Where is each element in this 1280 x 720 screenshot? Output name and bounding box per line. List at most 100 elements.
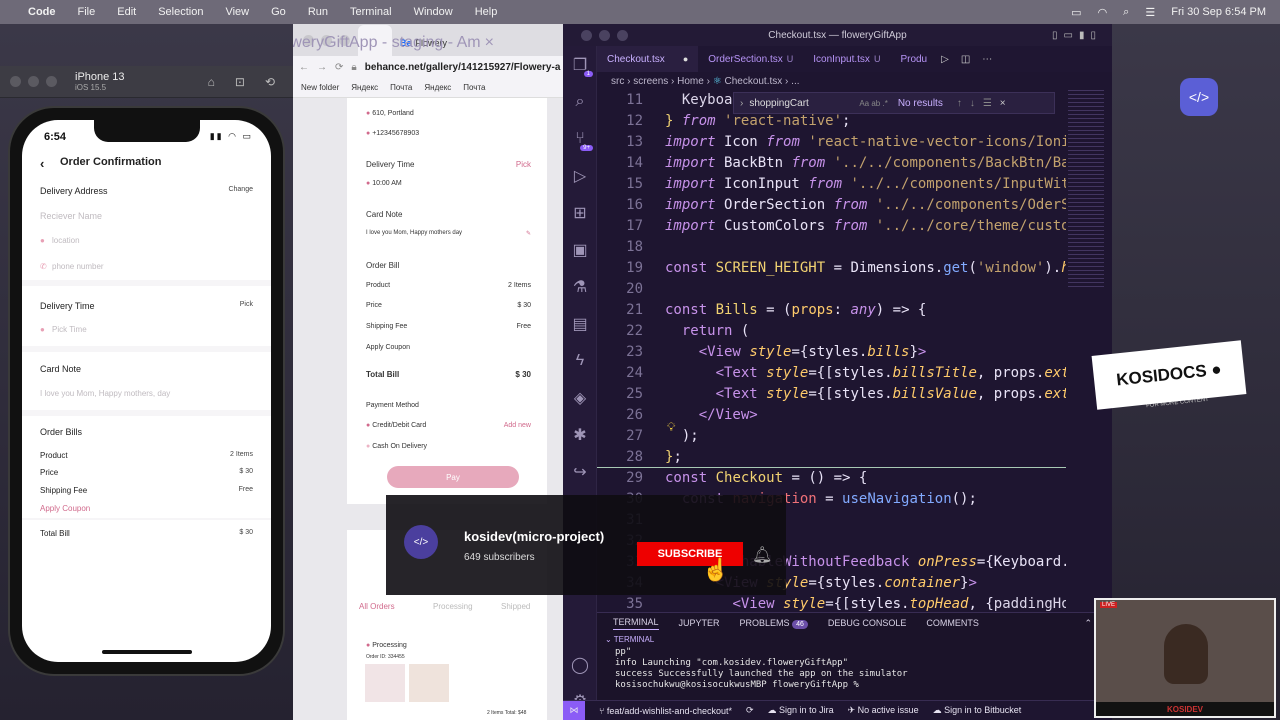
close-icon[interactable]: × [1000, 98, 1006, 109]
expand-icon[interactable]: › [740, 98, 743, 109]
window-controls[interactable] [10, 76, 57, 87]
close-icon[interactable]: × [485, 34, 494, 52]
tab-terminal[interactable]: TERMINAL [613, 617, 659, 630]
tab-debug-console[interactable]: DEBUG CONSOLE [828, 618, 907, 628]
edit-icon[interactable]: ✎ [526, 230, 531, 237]
url-text[interactable]: behance.net/gallery/141215927/Flowery-a [365, 62, 561, 73]
run-debug-icon[interactable]: ▷ [563, 157, 597, 194]
pick-time-input[interactable]: Pick Time [52, 325, 87, 334]
menu-icon[interactable]: ☰ [983, 98, 992, 109]
chevron-down-icon[interactable]: ⌄ [605, 635, 612, 644]
testing-icon[interactable]: ⚗ [563, 268, 597, 305]
menu-window[interactable]: Window [414, 6, 453, 18]
crumb-home[interactable]: Home [677, 76, 704, 87]
notebook-icon[interactable]: ▤ [563, 305, 597, 342]
bell-icon[interactable]: 🔔︎ [752, 545, 772, 565]
sync-icon[interactable]: ⟳ [746, 705, 754, 716]
tab-produ[interactable]: Produ [890, 46, 937, 72]
docker-icon[interactable]: ◈ [563, 379, 597, 416]
find-input[interactable]: shoppingCart [749, 98, 859, 109]
bookmark-mail[interactable]: Почта [390, 83, 412, 92]
more-icon[interactable]: ⋯ [982, 54, 992, 65]
phone-input[interactable]: phone number [52, 262, 104, 271]
branch-indicator[interactable]: ⑂ feat/add-wishlist-and-checkout* [599, 706, 732, 716]
split-editor-icon[interactable]: ◫ [961, 54, 970, 65]
menu-help[interactable]: Help [475, 6, 498, 18]
credit-card-option[interactable]: Credit/Debit Card [372, 422, 426, 429]
account-icon[interactable]: ◯ [563, 646, 597, 683]
apply-coupon-link[interactable]: Apply Coupon [40, 504, 90, 513]
reload-icon[interactable]: ⟳ [335, 62, 343, 73]
change-link[interactable]: Change [228, 186, 253, 193]
menu-file[interactable]: File [78, 6, 96, 18]
back-icon[interactable]: ← [299, 62, 309, 73]
explorer-icon[interactable]: ❐ 1 [563, 46, 597, 83]
cod-option[interactable]: Cash On Delivery [372, 443, 427, 450]
back-icon[interactable]: ‹ [40, 156, 44, 171]
source-control-icon[interactable]: ⑂ 9+ [563, 120, 597, 157]
bookmark-yandex[interactable]: Яндекс [351, 83, 378, 92]
screenshot-icon[interactable]: ⊡ [235, 75, 245, 89]
control-center-icon[interactable]: ☰ [1145, 6, 1155, 19]
tab-all-orders[interactable]: All Orders [359, 602, 395, 611]
run-icon[interactable]: ▷ [941, 54, 949, 65]
chevron-up-icon[interactable]: ⌃ [1084, 618, 1092, 629]
tab-checkout[interactable]: Checkout.tsx ● [597, 46, 699, 72]
bug-icon[interactable]: ✱ [563, 416, 597, 453]
extensions-icon[interactable]: ⊞ [563, 194, 597, 231]
arrow-down-icon[interactable]: ↓ [970, 98, 975, 109]
find-options-icon[interactable]: Aa ab .* [859, 99, 887, 108]
add-new-link[interactable]: Add new [504, 422, 531, 429]
remote-explorer-icon[interactable]: ▣ [563, 231, 597, 268]
apply-coupon-link[interactable]: Apply Coupon [366, 344, 410, 351]
pick-link[interactable]: Pick [240, 301, 253, 308]
menubar-clock[interactable]: Fri 30 Sep 6:54 PM [1171, 6, 1266, 18]
bitbucket-status[interactable]: ☁ Sign in to Bitbucket [933, 705, 1022, 716]
wifi-icon[interactable]: ◠ [1098, 6, 1108, 19]
tab-problems[interactable]: PROBLEMS 46 [740, 618, 808, 629]
menu-terminal[interactable]: Terminal [350, 6, 392, 18]
receiver-name-input[interactable]: Reciever Name [40, 211, 102, 221]
tab-processing[interactable]: Processing [433, 602, 473, 611]
crumb-src[interactable]: src [611, 76, 624, 87]
lightning-icon[interactable]: ϟ [563, 342, 597, 379]
home-icon[interactable]: ⌂ [208, 75, 215, 89]
bookmark-mail-2[interactable]: Почта [463, 83, 485, 92]
forward-icon[interactable]: → [317, 62, 327, 73]
address-bar[interactable]: ← → ⟳ 🔒︎ behance.net/gallery/141215927/F… [293, 56, 563, 78]
bookmark-yandex-2[interactable]: Яндекс [424, 83, 451, 92]
tab-shipped[interactable]: Shipped [501, 602, 530, 611]
issue-status[interactable]: ✈ No active issue [848, 705, 919, 716]
tab-comments[interactable]: COMMENTS [926, 618, 979, 628]
menu-selection[interactable]: Selection [158, 6, 203, 18]
jira-status[interactable]: ☁ Sign in to Jira [768, 705, 834, 716]
location-input[interactable]: location [52, 236, 80, 245]
crumb-screens[interactable]: screens [633, 76, 668, 87]
battery-icon[interactable]: ▭ [1071, 6, 1081, 19]
tab-ordersection[interactable]: OrderSection.tsx U [698, 46, 803, 72]
bookmark-folder[interactable]: New folder [301, 83, 339, 92]
menu-edit[interactable]: Edit [117, 6, 136, 18]
pick-link[interactable]: Pick [516, 160, 531, 169]
crumb-file[interactable]: Checkout.tsx [724, 76, 782, 87]
minimap[interactable] [1068, 90, 1104, 290]
menu-run[interactable]: Run [308, 6, 328, 18]
layout-icons[interactable]: ▯▭▮▯ [1052, 30, 1102, 41]
arrow-up-icon[interactable]: ↑ [957, 98, 962, 109]
lightbulb-icon[interactable]: 💡︎ [667, 420, 675, 435]
tab-jupyter[interactable]: JUPYTER [679, 618, 720, 628]
menu-view[interactable]: View [225, 6, 249, 18]
terminal-output[interactable]: pp" info Launching "com.kosidev.floweryG… [597, 647, 1112, 691]
browser-tab-active[interactable]: ✿ floweryGiftApp - staging - Am × [293, 24, 494, 62]
pay-button[interactable]: Pay [387, 466, 519, 488]
share-icon[interactable]: ↪ [563, 453, 597, 490]
rotate-icon[interactable]: ⟲ [265, 75, 275, 89]
crumb-more[interactable]: ... [791, 76, 799, 87]
menu-app[interactable]: Code [28, 6, 56, 18]
search-icon[interactable]: ⌕ [563, 83, 597, 120]
card-note-input[interactable]: I love you Mom, Happy mothers, day [40, 389, 170, 398]
remote-icon[interactable]: ⋈ [563, 700, 585, 720]
search-icon[interactable]: ⌕ [1123, 6, 1129, 19]
tab-iconinput[interactable]: IconInput.tsx U [803, 46, 890, 72]
menu-go[interactable]: Go [271, 6, 286, 18]
